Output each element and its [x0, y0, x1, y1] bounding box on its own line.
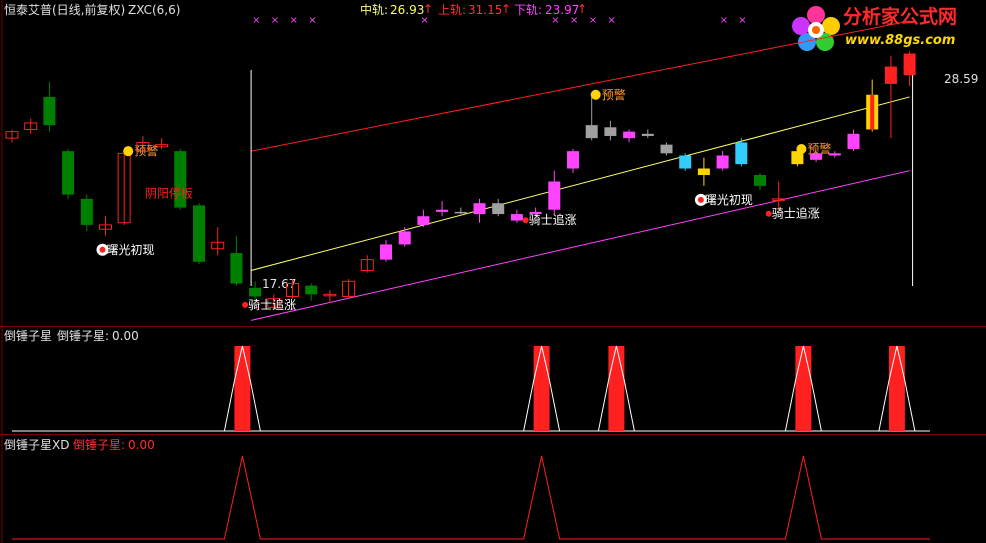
- candle-body: [43, 96, 56, 126]
- top-signal-marker: ×: [271, 15, 279, 26]
- chart-stage: 恒泰艾普(日线,前复权) ZXC(6,6) 中轨: 26.93 ↑ 上轨: 31…: [0, 0, 986, 543]
- candle-body: [884, 66, 897, 84]
- candle-body: [380, 244, 392, 260]
- candle-body: [754, 175, 766, 186]
- channel-upper-line: [251, 20, 910, 152]
- signal-label: 骑士追涨: [529, 212, 577, 227]
- candle-body: [735, 142, 748, 165]
- candle-body: [847, 133, 860, 149]
- candle-body: [679, 155, 692, 169]
- top-signal-marker: ×: [252, 15, 260, 26]
- candle-body: [305, 285, 318, 295]
- hand-pointer-icon: [796, 143, 807, 154]
- signal-bar: [608, 346, 625, 431]
- candle-body: [697, 168, 710, 176]
- signal-bar: [533, 346, 550, 431]
- candle-body: [660, 144, 673, 154]
- signal-label: 预警: [134, 143, 158, 158]
- signal-label: 预警: [807, 141, 831, 156]
- signal-label: 曙光初现: [107, 243, 155, 257]
- top-signal-marker: ×: [589, 15, 597, 26]
- dawn-signal-icon-core: [99, 246, 106, 253]
- signal-bar: [795, 346, 812, 431]
- candle-body: [62, 151, 75, 195]
- candle-body: [230, 253, 243, 284]
- candle-body: [492, 203, 505, 215]
- candle-body: [716, 155, 729, 169]
- chart-svg: × × × × × × × × × × ×预警曙光初现阴阳停板骑士追涨骑士追涨预警曙光初现骑士追涨预…: [1, 0, 930, 543]
- candle-body: [548, 181, 561, 210]
- candle-body: [436, 209, 449, 212]
- candle-body: [473, 203, 486, 215]
- candle-body: [417, 216, 430, 225]
- signal-label: 曙光初现: [705, 193, 753, 207]
- candle-body: [604, 127, 617, 136]
- channel-mid-line: [250, 96, 910, 271]
- xd-signal-line: [12, 455, 930, 540]
- candle-body: [903, 53, 916, 76]
- candle-body-inner: [870, 94, 875, 130]
- top-signal-marker: ×: [720, 15, 728, 26]
- signal-label: 骑士追涨: [772, 206, 820, 221]
- candle-body: [249, 287, 262, 297]
- candle-body: [567, 151, 579, 169]
- top-signal-marker: ×: [308, 15, 316, 26]
- top-signal-marker: ×: [420, 15, 428, 26]
- top-signal-marker: ×: [290, 15, 298, 26]
- hand-pointer-icon: [590, 89, 601, 100]
- candle-body: [193, 205, 205, 262]
- candle-body: [510, 214, 523, 221]
- candle-body: [623, 131, 636, 139]
- signal-label: 预警: [602, 87, 626, 102]
- candle-body: [80, 198, 93, 225]
- hand-pointer-icon: [123, 146, 134, 157]
- signal-bar: [888, 346, 905, 431]
- signal-label: 骑士追涨: [248, 297, 296, 312]
- candle-body: [641, 133, 654, 136]
- candle-body: [454, 211, 467, 214]
- signal-bar: [234, 346, 251, 431]
- top-signal-marker: ×: [570, 15, 578, 26]
- candle-body: [585, 125, 598, 139]
- signal-label: 阴阳停板: [145, 185, 193, 200]
- top-signal-marker: ×: [607, 15, 615, 26]
- candle-body: [398, 231, 411, 245]
- dawn-signal-icon-core: [697, 196, 704, 203]
- channel-lower-line: [250, 170, 910, 321]
- top-signal-marker: ×: [551, 15, 559, 26]
- top-signal-marker: ×: [738, 15, 746, 26]
